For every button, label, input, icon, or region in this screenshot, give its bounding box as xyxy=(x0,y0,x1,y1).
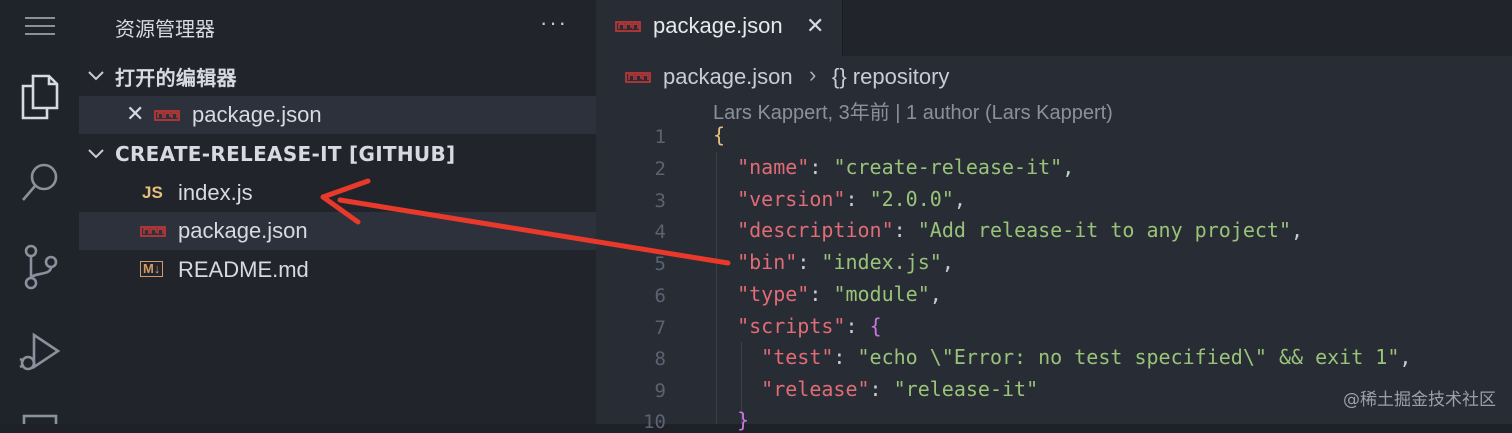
annotation-arrow xyxy=(320,178,731,266)
